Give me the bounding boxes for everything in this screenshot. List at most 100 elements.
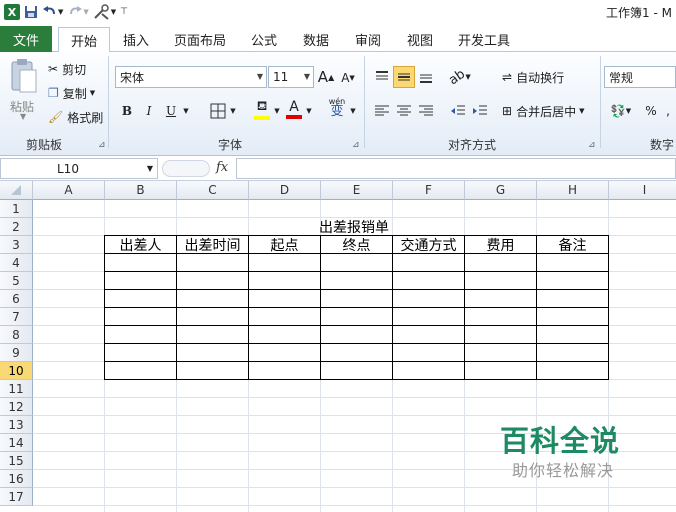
redo-icon[interactable] bbox=[67, 2, 83, 22]
orientation-button[interactable]: ab ▼ bbox=[446, 66, 472, 88]
table-cell[interactable] bbox=[177, 272, 249, 290]
comma-button[interactable]: , bbox=[662, 100, 674, 122]
table-cell[interactable] bbox=[537, 290, 609, 308]
table-cell[interactable] bbox=[249, 254, 321, 272]
borders-button[interactable] bbox=[208, 100, 228, 122]
column-header-d[interactable]: D bbox=[249, 181, 321, 200]
percent-button[interactable]: % bbox=[642, 100, 660, 122]
font-size-select[interactable]: 11 ▼ bbox=[268, 66, 314, 88]
table-cell[interactable] bbox=[393, 362, 465, 380]
align-middle-button[interactable] bbox=[393, 66, 415, 88]
worksheet-grid[interactable]: A B C D E F G H I 1 2 3 4 5 6 7 8 9 10 1… bbox=[0, 181, 676, 512]
table-header-cell[interactable]: 备注 bbox=[537, 236, 609, 254]
table-cell[interactable] bbox=[105, 326, 177, 344]
table-cell[interactable] bbox=[465, 362, 537, 380]
row-header[interactable]: 4 bbox=[0, 254, 33, 272]
redo-dropdown-icon[interactable]: ▼ bbox=[83, 2, 88, 22]
row-header[interactable]: 5 bbox=[0, 272, 33, 290]
tab-view[interactable]: 视图 bbox=[400, 27, 440, 52]
undo-dropdown-icon[interactable]: ▼ bbox=[58, 2, 63, 22]
save-icon[interactable] bbox=[24, 2, 38, 22]
row-header[interactable]: 3 bbox=[0, 236, 33, 254]
table-cell[interactable] bbox=[177, 290, 249, 308]
copy-button[interactable]: ❐ 复制 ▼ bbox=[48, 82, 95, 104]
row-header[interactable]: 12 bbox=[0, 398, 33, 416]
customize-toolbar-icon[interactable]: ⊤ bbox=[120, 2, 128, 22]
align-right-button[interactable] bbox=[416, 100, 436, 122]
row-header[interactable]: 17 bbox=[0, 488, 33, 506]
tab-review[interactable]: 审阅 bbox=[348, 27, 388, 52]
row-header[interactable]: 6 bbox=[0, 290, 33, 308]
tab-formulas[interactable]: 公式 bbox=[244, 27, 284, 52]
wrap-text-button[interactable]: ⇌ 自动换行 bbox=[502, 66, 564, 88]
name-box[interactable]: L10 ▼ bbox=[0, 158, 158, 179]
phonetic-button[interactable]: wén 变 bbox=[326, 96, 348, 118]
tab-page-layout[interactable]: 页面布局 bbox=[168, 27, 232, 52]
italic-button[interactable]: I bbox=[140, 100, 158, 122]
table-cell[interactable] bbox=[393, 344, 465, 362]
table-cell[interactable] bbox=[321, 362, 393, 380]
row-header[interactable]: 7 bbox=[0, 308, 33, 326]
table-cell[interactable] bbox=[321, 326, 393, 344]
formula-bar-handle[interactable] bbox=[162, 160, 210, 177]
cut-button[interactable]: ✂ 剪切 bbox=[48, 58, 86, 80]
merge-center-button[interactable]: ⊞ 合并后居中 ▼ bbox=[502, 100, 584, 122]
font-family-select[interactable]: 宋体 ▼ bbox=[115, 66, 267, 88]
tab-insert[interactable]: 插入 bbox=[114, 27, 158, 52]
column-header-i[interactable]: I bbox=[609, 181, 676, 200]
table-cell[interactable] bbox=[465, 290, 537, 308]
table-cell[interactable] bbox=[249, 362, 321, 380]
table-cell[interactable] bbox=[105, 272, 177, 290]
excel-icon[interactable]: X bbox=[4, 2, 20, 22]
table-cell[interactable] bbox=[249, 290, 321, 308]
row-header[interactable]: 2 bbox=[0, 218, 33, 236]
name-box-dropdown-icon[interactable]: ▼ bbox=[147, 164, 153, 173]
table-cell[interactable] bbox=[105, 290, 177, 308]
table-cell[interactable] bbox=[321, 290, 393, 308]
tools-icon[interactable] bbox=[93, 2, 111, 22]
decrease-indent-button[interactable] bbox=[448, 100, 468, 122]
align-top-button[interactable] bbox=[372, 66, 392, 88]
align-left-button[interactable] bbox=[372, 100, 392, 122]
table-cell[interactable] bbox=[321, 308, 393, 326]
font-color-dropdown-icon[interactable]: ▼ bbox=[304, 100, 314, 122]
table-header-cell[interactable]: 终点 bbox=[321, 236, 393, 254]
number-format-select[interactable]: 常规 bbox=[604, 66, 676, 88]
insert-function-button[interactable]: fx bbox=[216, 160, 228, 175]
table-cell[interactable] bbox=[537, 344, 609, 362]
row-header[interactable]: 15 bbox=[0, 452, 33, 470]
font-launcher-icon[interactable]: ⊿ bbox=[352, 140, 360, 150]
align-bottom-button[interactable] bbox=[416, 66, 436, 88]
table-cell[interactable] bbox=[393, 308, 465, 326]
fill-color-dropdown-icon[interactable]: ▼ bbox=[272, 100, 282, 122]
column-header-f[interactable]: F bbox=[393, 181, 465, 200]
tab-data[interactable]: 数据 bbox=[296, 27, 336, 52]
table-cell[interactable] bbox=[177, 254, 249, 272]
table-cell[interactable] bbox=[105, 308, 177, 326]
grow-font-button[interactable]: A ▲ bbox=[318, 66, 334, 88]
select-all-corner[interactable] bbox=[0, 181, 33, 200]
paste-dropdown-icon[interactable]: ▼ bbox=[20, 112, 26, 121]
table-cell[interactable] bbox=[393, 272, 465, 290]
formula-input[interactable] bbox=[236, 158, 676, 179]
table-cell[interactable] bbox=[465, 254, 537, 272]
row-header[interactable]: 13 bbox=[0, 416, 33, 434]
table-cell[interactable] bbox=[249, 272, 321, 290]
column-header-e[interactable]: E bbox=[321, 181, 393, 200]
tab-home[interactable]: 开始 bbox=[58, 27, 110, 53]
table-cell[interactable] bbox=[465, 344, 537, 362]
table-cell[interactable] bbox=[537, 272, 609, 290]
row-header-active[interactable]: 10 bbox=[0, 362, 33, 380]
column-header-a[interactable]: A bbox=[33, 181, 105, 200]
column-header-b[interactable]: B bbox=[105, 181, 177, 200]
tab-file[interactable]: 文件 bbox=[0, 26, 52, 52]
table-cell[interactable] bbox=[537, 308, 609, 326]
tab-developer[interactable]: 开发工具 bbox=[452, 27, 516, 52]
phonetic-dropdown-icon[interactable]: ▼ bbox=[348, 100, 358, 122]
table-cell[interactable] bbox=[321, 272, 393, 290]
row-header[interactable]: 14 bbox=[0, 434, 33, 452]
table-cell[interactable] bbox=[393, 290, 465, 308]
table-cell[interactable] bbox=[177, 326, 249, 344]
table-cell[interactable] bbox=[537, 254, 609, 272]
bold-button[interactable]: B bbox=[118, 100, 136, 122]
